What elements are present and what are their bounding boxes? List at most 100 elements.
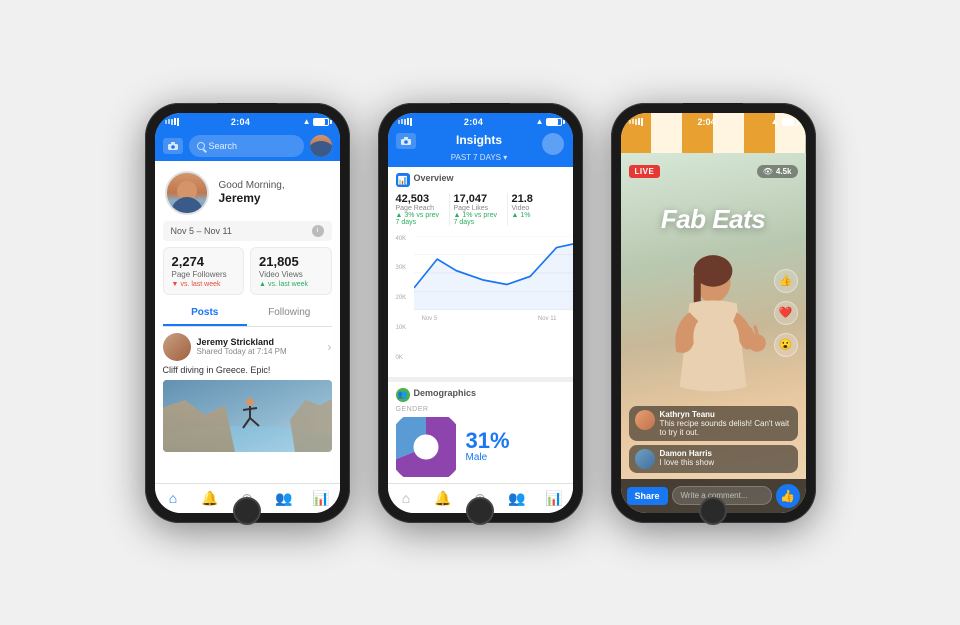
stat-value-views: 21,805 — [259, 254, 323, 269]
demo-header: 👥 Demographics — [396, 388, 565, 402]
tabs-row-1: Posts Following — [163, 301, 332, 327]
phone-1-home-btn[interactable] — [233, 497, 261, 525]
overview-section: 📊 Overview 42,503 Page Reach ▲ 3% vs pre… — [388, 167, 573, 232]
stat-card-views: 21,805 Video Views ▲ vs. last week — [250, 247, 332, 295]
profile-section-1: Good Morning, Jeremy — [155, 161, 340, 221]
greeting-text-1: Good Morning, Jeremy — [219, 180, 330, 205]
gender-label: GENDER — [396, 406, 565, 413]
line-chart — [414, 236, 573, 311]
tab-following[interactable]: Following — [247, 301, 332, 326]
phone-1-screen: 2:04 ▲ — [155, 113, 340, 513]
pie-chart — [396, 417, 456, 477]
tab-posts[interactable]: Posts — [163, 301, 248, 326]
share-button[interactable]: Share — [627, 487, 668, 505]
live-container: 2:04 ▲ LIVE 👁 — [621, 113, 806, 513]
y-label-20k: 20K — [396, 295, 407, 301]
stat-card-followers: 2,274 Page Followers ▼ vs. last week — [163, 247, 245, 295]
metric-label-video: Video — [512, 205, 561, 212]
post-image-1 — [163, 380, 332, 452]
phone-2-status-bar: 2:04 ▲ — [388, 113, 573, 131]
eye-icon: 👁 — [763, 167, 773, 176]
phone-2-home-btn[interactable] — [466, 497, 494, 525]
overview-title: Overview — [414, 173, 454, 183]
comment-content-1: Kathryn Teanu This recipe sounds delish!… — [660, 410, 792, 437]
post-avatar-1 — [163, 333, 191, 361]
post-name-1: Jeremy Strickland — [197, 337, 322, 347]
date-range-text: Nov 5 – Nov 11 — [171, 226, 232, 236]
metric-page-reach: 42,503 Page Reach ▲ 3% vs prev 7 days — [396, 193, 450, 226]
phone-3-home-btn[interactable] — [699, 497, 727, 525]
stat-change-followers: ▼ vs. last week — [172, 281, 236, 288]
people-icon-1: 👥 — [275, 490, 292, 507]
y-label-0k: 0K — [396, 355, 407, 361]
home-icon-2: ⌂ — [402, 490, 410, 506]
nav-bell-1[interactable]: 🔔 — [192, 490, 229, 507]
phone-2-screen: 2:04 ▲ — [388, 113, 573, 513]
nav-home-1[interactable]: ⌂ — [155, 490, 192, 506]
status-icons-1: ▲ — [303, 117, 330, 126]
demo-percent: 31% — [466, 430, 565, 452]
metric-label-reach: Page Reach — [396, 205, 445, 212]
status-time-3: 2:04 — [698, 117, 716, 127]
wifi-icon-3: ▲ — [771, 117, 779, 126]
comment-content-2: Damon Harris I love this show — [660, 449, 792, 467]
comment-avatar-2 — [635, 449, 655, 469]
insights-title: Insights — [451, 133, 507, 147]
stat-change-views: ▲ vs. last week — [259, 281, 323, 288]
post-more-icon-1[interactable]: › — [328, 340, 332, 354]
search-bar-1[interactable]: Search — [189, 135, 304, 157]
insights-top-row: Insights PAST 7 DAYS ▾ — [388, 131, 573, 167]
status-time-1: 2:04 — [231, 117, 250, 127]
stat-label-views: Video Views — [259, 270, 323, 279]
nav-chart-1[interactable]: 📊 — [303, 490, 340, 507]
metric-change-reach: ▲ 3% vs prev 7 days — [396, 212, 445, 226]
profile-avatar-1[interactable] — [165, 171, 209, 215]
wifi-icon-2: ▲ — [536, 117, 544, 126]
status-icons-2: ▲ — [536, 117, 563, 126]
comment-name-2: Damon Harris — [660, 449, 792, 458]
live-reactions: 👍 ❤️ 😮 — [774, 269, 798, 357]
camera-icon-1[interactable] — [163, 138, 183, 154]
info-icon: i — [312, 225, 324, 237]
nav-bell-2[interactable]: 🔔 — [425, 490, 462, 507]
like-icon: 👍 — [780, 489, 795, 503]
chart-icon-2: 📊 — [545, 490, 562, 507]
demographics-section: 👥 Demographics GENDER 31% Male — [388, 378, 573, 483]
status-time-2: 2:04 — [464, 117, 483, 127]
metric-value-likes: 17,047 — [454, 193, 503, 205]
phones-container: 2:04 ▲ — [125, 83, 836, 543]
phone-2: 2:04 ▲ — [378, 103, 583, 523]
nav-people-1[interactable]: 👥 — [266, 490, 303, 507]
battery-icon-2 — [546, 118, 562, 126]
header-avatar-1[interactable] — [310, 135, 332, 157]
date-range-bar[interactable]: Nov 5 – Nov 11 i — [163, 221, 332, 241]
phone-1-status-bar: 2:04 ▲ — [155, 113, 340, 131]
like-button[interactable]: 👍 — [776, 484, 800, 508]
y-label-40k: 40K — [396, 236, 407, 242]
nav-people-2[interactable]: 👥 — [499, 490, 536, 507]
nav-chart-2[interactable]: 📊 — [536, 490, 573, 507]
stat-label-followers: Page Followers — [172, 270, 236, 279]
metric-value-reach: 42,503 — [396, 193, 445, 205]
x-label-start: Nov 5 — [422, 316, 438, 322]
metric-change-likes: ▲ 1% vs prev 7 days — [454, 212, 503, 226]
signal-bars-2 — [398, 118, 412, 126]
reaction-heart[interactable]: ❤️ — [774, 301, 798, 325]
comment-text-1: This recipe sounds delish! Can't wait to… — [660, 419, 792, 437]
overview-header: 📊 Overview — [396, 173, 565, 188]
nav-home-2[interactable]: ⌂ — [388, 490, 425, 506]
metric-value-video: 21.8 — [512, 193, 561, 205]
phone-3-screen: 2:04 ▲ LIVE 👁 — [621, 113, 806, 513]
metric-page-likes: 17,047 Page Likes ▲ 1% vs prev 7 days — [454, 193, 508, 226]
metrics-row: 42,503 Page Reach ▲ 3% vs prev 7 days 17… — [396, 193, 565, 226]
camera-icon-2[interactable] — [396, 133, 416, 149]
reaction-wow[interactable]: 😮 — [774, 333, 798, 357]
comment-avatar-1 — [635, 410, 655, 430]
phone-3: 2:04 ▲ LIVE 👁 — [611, 103, 816, 523]
home-icon-1: ⌂ — [169, 490, 177, 506]
insights-avatar[interactable] — [542, 133, 564, 155]
post-text-1: Cliff diving in Greece. Epic! — [163, 365, 332, 375]
chart-icon-1: 📊 — [312, 490, 329, 507]
reaction-like[interactable]: 👍 — [774, 269, 798, 293]
x-label-end: Nov 11 — [538, 316, 557, 322]
